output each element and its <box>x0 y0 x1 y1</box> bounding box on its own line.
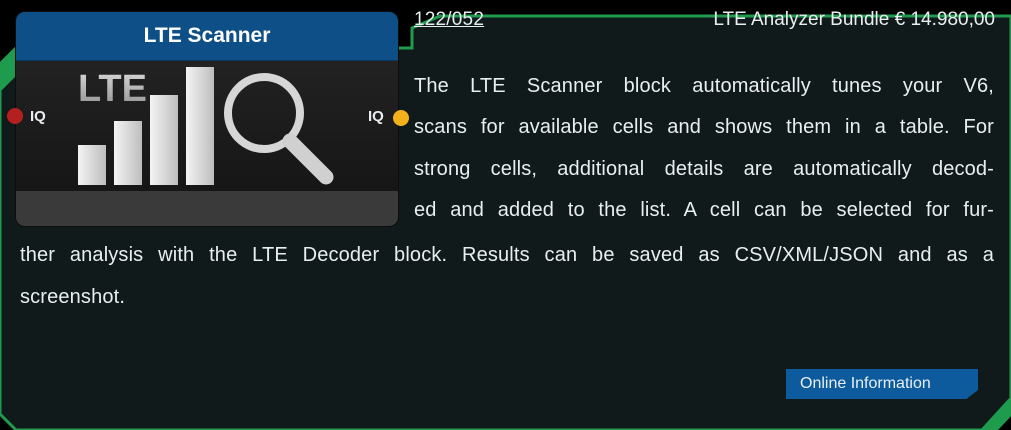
block-image: LTE <box>16 61 398 191</box>
description-line: screenshot. <box>20 286 126 308</box>
bundle-price: LTE Analyzer Bundle € 14.980,00 <box>713 9 995 30</box>
input-port-label: IQ <box>30 108 46 125</box>
block-footer <box>16 191 398 226</box>
output-port-label: IQ <box>368 108 384 125</box>
description-line: ed and added to the list. A cell can be … <box>414 199 994 221</box>
icon-lte-text: LTE <box>78 68 147 110</box>
description-line: scans for available cells and shows them… <box>414 116 994 138</box>
description-line: strong cells, additional details are aut… <box>414 158 994 180</box>
description-line: The LTE Scanner block automatically tune… <box>414 75 994 97</box>
output-port[interactable] <box>393 110 409 126</box>
block-title: LTE Scanner <box>16 12 398 61</box>
online-information-button[interactable]: Online Information <box>786 369 978 399</box>
article-number-link[interactable]: 122/052 <box>414 9 484 31</box>
signal-bars-icon: LTE <box>78 67 214 185</box>
input-port[interactable] <box>7 108 23 124</box>
product-panel: 122/052 LTE Analyzer Bundle € 14.980,00 … <box>0 0 1011 430</box>
description-line: ther analysis with the LTE Decoder block… <box>20 244 994 266</box>
magnifier-icon <box>224 73 334 185</box>
lte-scanner-block: LTE Scanner LTE <box>16 12 398 226</box>
